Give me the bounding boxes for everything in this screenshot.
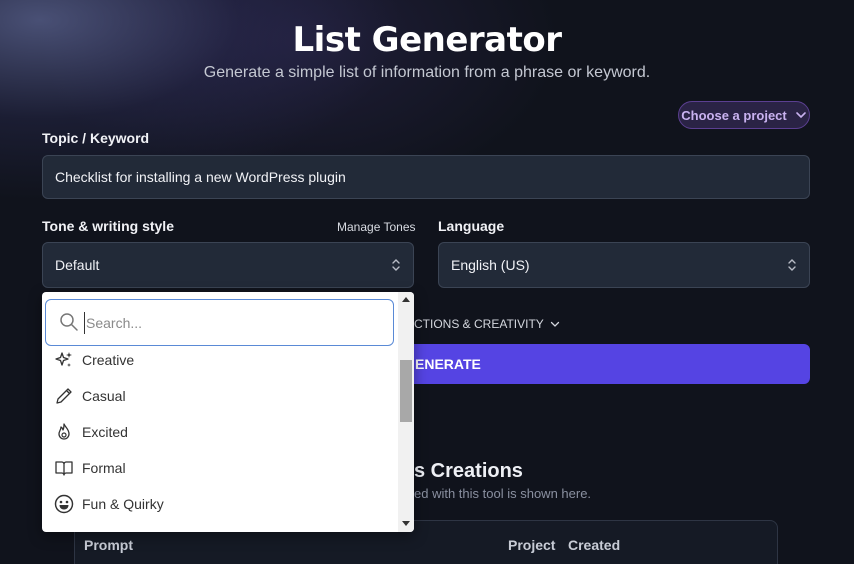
advanced-options-toggle[interactable]: CTIONS & CREATIVITY [414,317,560,331]
updown-chevron-icon [392,259,400,271]
tone-option-casual[interactable]: Casual [42,378,398,414]
tone-option-creative[interactable]: Creative [42,342,398,378]
advanced-options-label: CTIONS & CREATIVITY [414,317,544,331]
topic-input-value: Checklist for installing a new WordPress… [55,169,346,185]
topic-label: Topic / Keyword [42,130,150,146]
book-icon [55,461,73,476]
updown-chevron-icon [788,259,796,271]
tone-option-excited[interactable]: Excited [42,414,398,450]
column-header-prompt: Prompt [84,537,133,553]
choose-project-button[interactable]: Choose a project [678,101,810,129]
tone-label: Tone & writing style [42,218,174,234]
search-icon [60,313,78,331]
tone-option-fun-quirky[interactable]: Fun & Quirky [42,486,398,522]
creations-subtitle: ed with this tool is shown here. [414,486,592,501]
tone-option-formal[interactable]: Formal [42,450,398,486]
language-select[interactable]: English (US) [438,242,810,288]
language-select-value: English (US) [451,257,530,273]
column-header-created: Created [568,537,621,553]
scroll-up-arrow-icon[interactable] [402,297,410,302]
scroll-down-arrow-icon[interactable] [402,521,410,526]
language-label: Language [438,218,505,234]
tone-option-label: Casual [82,388,126,404]
sparkles-icon [55,352,72,367]
tone-dropdown[interactable]: Creative Casual Excited Formal Fun & Qui… [42,292,414,532]
tone-select[interactable]: Default [42,242,414,288]
smile-icon [54,494,74,514]
page-subtitle: Generate a simple list of information fr… [203,64,651,81]
tone-option-label: Creative [82,352,135,368]
chevron-down-icon [550,321,559,327]
tone-select-value: Default [55,257,100,273]
chevron-down-icon [795,112,806,119]
generate-button[interactable]: ENERATE [414,344,810,384]
tone-option-label: Fun & Quirky [82,496,164,512]
manage-tones-link[interactable]: Manage Tones [337,220,416,234]
tone-search-box[interactable] [45,299,394,346]
tone-option-label: Excited [82,424,128,440]
generate-button-label: ENERATE [415,356,481,372]
choose-project-label: Choose a project [681,107,787,123]
scrollbar-thumb[interactable] [400,360,412,422]
dropdown-scrollbar[interactable] [398,292,414,532]
page-title: List Generator [292,20,562,60]
column-header-project: Project [508,537,556,553]
pencil-icon [56,388,72,404]
creations-title: s Creations [414,460,523,482]
tone-search-input[interactable] [84,312,384,334]
fire-icon [58,423,70,440]
topic-input[interactable]: Checklist for installing a new WordPress… [42,155,810,199]
tone-option-label: Formal [82,460,126,476]
